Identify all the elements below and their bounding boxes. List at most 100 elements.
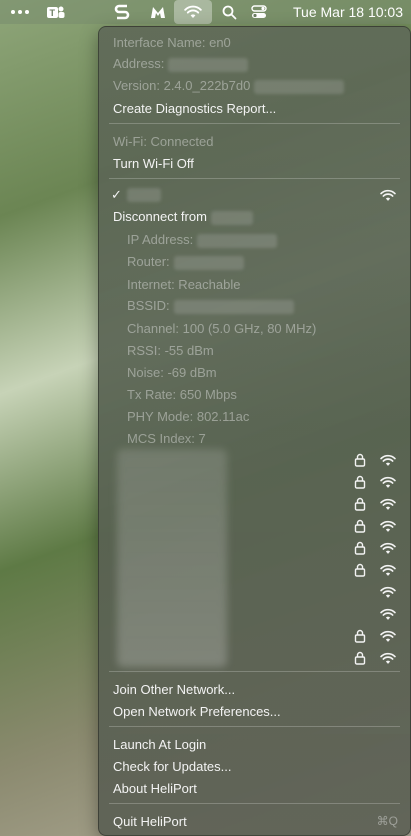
about-heliport-item[interactable]: About HeliPort	[99, 777, 410, 799]
tx-rate-text: Tx Rate: 650 Mbps	[127, 386, 237, 402]
menu-item-wifi-status: Wi-Fi: Connected	[99, 130, 410, 152]
menu-item-interface-name: Interface Name: en0	[99, 31, 410, 53]
separator	[109, 671, 400, 672]
join-other-network-item[interactable]: Join Other Network...	[99, 678, 410, 700]
version-text: Version: 2.4.0_222b7d0	[113, 78, 251, 94]
detail-internet: Internet: Reachable	[99, 273, 410, 295]
wifi-signal-icon	[380, 476, 396, 488]
create-diagnostics-label: Create Diagnostics Report...	[113, 100, 277, 116]
join-other-network-label: Join Other Network...	[113, 681, 236, 697]
wifi-signal-icon	[380, 564, 396, 576]
separator	[109, 123, 400, 124]
network-item[interactable]	[99, 647, 410, 669]
redacted-version	[254, 79, 345, 94]
noise-text: Noise: -69 dBm	[127, 364, 217, 380]
detail-mcs-index: MCS Index: 7	[99, 427, 410, 449]
quit-shortcut: ⌘Q	[376, 814, 398, 828]
s-app-icon[interactable]	[110, 0, 134, 24]
detail-router: Router:	[99, 251, 410, 273]
ellipsis-icon[interactable]	[8, 0, 32, 24]
mcs-index-text: MCS Index: 7	[127, 430, 206, 446]
lock-icon	[354, 563, 366, 577]
network-item[interactable]	[99, 625, 410, 647]
network-item[interactable]	[99, 449, 410, 471]
lock-icon	[354, 497, 366, 511]
check-for-updates-item[interactable]: Check for Updates...	[99, 755, 410, 777]
control-center-icon[interactable]	[248, 0, 270, 24]
turn-wifi-off-item[interactable]: Turn Wi-Fi Off	[99, 152, 410, 174]
teams-icon[interactable]: T	[44, 0, 68, 24]
network-item[interactable]	[99, 537, 410, 559]
detail-ip-address: IP Address:	[99, 229, 410, 251]
heliport-wifi-menu: Interface Name: en0 Address: Version: 2.…	[98, 26, 411, 836]
internet-status-text: Internet: Reachable	[127, 276, 241, 292]
bssid-label: BSSID:	[127, 298, 170, 314]
network-item[interactable]	[99, 515, 410, 537]
lock-icon	[354, 651, 366, 665]
quit-heliport-label: Quit HeliPort	[113, 813, 187, 829]
malwarebytes-icon[interactable]	[146, 0, 170, 24]
wifi-icon	[184, 5, 202, 18]
turn-wifi-off-label: Turn Wi-Fi Off	[113, 155, 194, 171]
redacted-bssid	[173, 299, 294, 314]
menu-bar: T Tue Mar 18 10:03	[0, 0, 411, 24]
network-item[interactable]	[99, 471, 410, 493]
redacted-router	[173, 255, 244, 270]
wifi-signal-icon	[380, 542, 396, 554]
detail-channel: Channel: 100 (5.0 GHz, 80 MHz)	[99, 317, 410, 339]
wifi-signal-icon	[380, 454, 396, 466]
about-heliport-label: About HeliPort	[113, 780, 197, 796]
rssi-text: RSSI: -55 dBm	[127, 342, 214, 358]
disconnect-item[interactable]: Disconnect from	[99, 206, 410, 228]
wifi-signal-icon	[380, 652, 396, 664]
search-icon[interactable]	[218, 0, 240, 24]
detail-phy-mode: PHY Mode: 802.11ac	[99, 405, 410, 427]
network-item[interactable]	[99, 493, 410, 515]
separator	[109, 803, 400, 804]
redacted-ip	[197, 233, 278, 248]
connected-network-item[interactable]: ✓	[99, 184, 410, 206]
lock-icon	[354, 519, 366, 533]
launch-at-login-item[interactable]: Launch At Login	[99, 733, 410, 755]
lock-icon	[354, 629, 366, 643]
menubar-clock[interactable]: Tue Mar 18 10:03	[293, 0, 403, 24]
lock-icon	[354, 541, 366, 555]
launch-at-login-label: Launch At Login	[113, 736, 207, 752]
check-for-updates-label: Check for Updates...	[113, 758, 232, 774]
network-item[interactable]	[99, 559, 410, 581]
ip-address-label: IP Address:	[127, 232, 194, 248]
wifi-status-text: Wi-Fi: Connected	[113, 133, 214, 149]
redacted-address	[168, 57, 249, 72]
open-network-preferences-item[interactable]: Open Network Preferences...	[99, 700, 410, 722]
phy-mode-text: PHY Mode: 802.11ac	[127, 408, 250, 424]
redacted-ssid	[210, 210, 253, 225]
address-label: Address:	[113, 56, 165, 72]
network-item[interactable]	[99, 603, 410, 625]
wifi-signal-icon	[380, 498, 396, 510]
lock-icon	[354, 475, 366, 489]
detail-rssi: RSSI: -55 dBm	[99, 339, 410, 361]
wifi-menu-button[interactable]	[174, 0, 212, 24]
open-network-preferences-label: Open Network Preferences...	[113, 703, 281, 719]
wifi-signal-icon	[380, 520, 396, 532]
router-label: Router:	[127, 254, 170, 270]
detail-noise: Noise: -69 dBm	[99, 361, 410, 383]
wifi-signal-icon	[380, 608, 396, 620]
quit-heliport-item[interactable]: Quit HeliPort ⌘Q	[99, 810, 410, 832]
lock-icon	[354, 453, 366, 467]
menu-item-version: Version: 2.4.0_222b7d0	[99, 75, 410, 97]
redacted-ssid	[127, 188, 161, 202]
interface-name-text: Interface Name: en0	[113, 34, 231, 50]
wifi-signal-icon	[380, 189, 396, 201]
menu-item-address: Address:	[99, 53, 410, 75]
checkmark-icon: ✓	[111, 187, 122, 202]
disconnect-label: Disconnect from	[113, 209, 207, 225]
wifi-signal-icon	[380, 630, 396, 642]
svg-text:T: T	[50, 8, 56, 18]
separator	[109, 178, 400, 179]
create-diagnostics-report-item[interactable]: Create Diagnostics Report...	[99, 97, 410, 119]
separator	[109, 726, 400, 727]
channel-text: Channel: 100 (5.0 GHz, 80 MHz)	[127, 320, 317, 336]
network-item[interactable]	[99, 581, 410, 603]
detail-bssid: BSSID:	[99, 295, 410, 317]
